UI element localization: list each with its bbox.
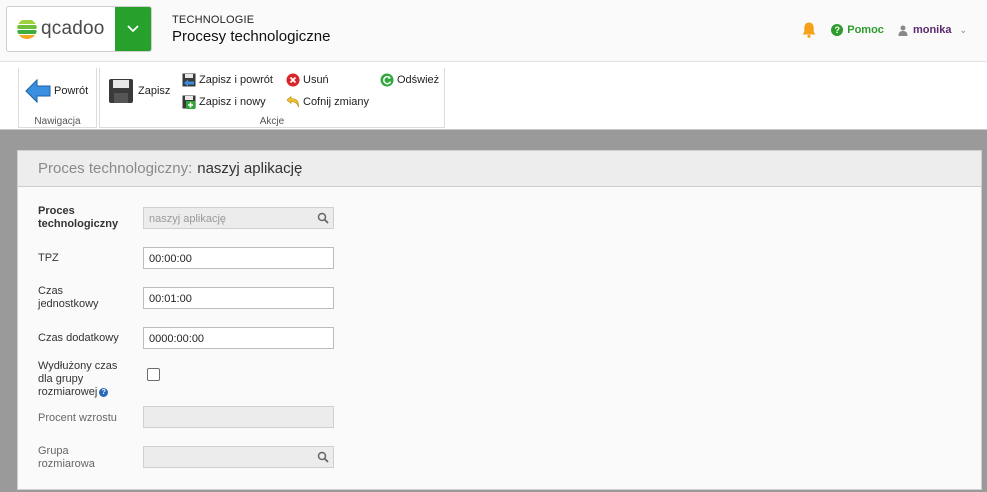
refresh-button[interactable]: Odśwież: [380, 73, 439, 87]
save-and-new-button[interactable]: Zapisz i nowy: [182, 95, 266, 109]
search-icon[interactable]: [317, 212, 329, 224]
save-and-new-label: Zapisz i nowy: [199, 96, 266, 108]
save-and-back-label: Zapisz i powrót: [199, 74, 273, 86]
undo-changes-button[interactable]: Cofnij zmiany: [286, 95, 369, 109]
operation-lookup-field[interactable]: naszyj aplikację: [143, 207, 334, 229]
ribbon-group-label: Akcje: [259, 116, 285, 127]
increase-percent-input[interactable]: [143, 406, 334, 428]
user-name: monika: [912, 24, 952, 36]
help-link[interactable]: ? Pomoc: [831, 24, 884, 36]
main-menu-toggle-button[interactable]: [115, 7, 151, 51]
size-group-label: Grupa rozmiarowa: [38, 445, 95, 470]
unit-time-label: Czas jednostkowy: [38, 285, 99, 310]
technology-operation-form: Proces technologiczny: naszyj aplikację …: [17, 150, 982, 490]
chevron-down-icon: ⌄: [959, 24, 967, 35]
save-back-icon: [182, 73, 196, 87]
form-header: Proces technologiczny: naszyj aplikację: [18, 151, 981, 187]
save-icon: [109, 79, 133, 103]
unit-time-input[interactable]: 00:01:00: [143, 287, 334, 309]
help-icon[interactable]: ?: [99, 387, 109, 397]
form-header-value: naszyj aplikację: [197, 160, 303, 177]
search-icon[interactable]: [317, 451, 329, 463]
qcadoo-logo-icon: [17, 19, 37, 39]
chevron-down-icon: [127, 25, 139, 33]
page-heading: TECHNOLOGIE Procesy technologiczne: [172, 14, 330, 45]
size-group-lookup-field[interactable]: [143, 446, 334, 468]
save-button-label: Zapisz: [138, 85, 171, 97]
additional-time-label: Czas dodatkowy: [38, 332, 119, 344]
logo-text: qcadoo: [41, 18, 105, 39]
delete-button[interactable]: Usuń: [286, 73, 329, 87]
logo[interactable]: qcadoo: [7, 7, 117, 51]
delete-icon: [286, 73, 300, 87]
breadcrumb-category: TECHNOLOGIE: [172, 14, 255, 26]
ribbon-toolbar: Powrót Nawigacja Zapisz Zapisz i powrót: [0, 62, 987, 130]
extended-time-checkbox[interactable]: [147, 368, 160, 381]
form-header-label: Proces technologiczny:: [38, 160, 193, 177]
user-icon: [898, 25, 908, 36]
refresh-icon: [380, 73, 394, 87]
save-and-back-button[interactable]: Zapisz i powrót: [182, 73, 273, 87]
increase-percent-label: Procent wzrostu: [38, 412, 117, 424]
ribbon-group-navigation: Powrót Nawigacja: [18, 68, 97, 128]
notifications-bell-icon[interactable]: [800, 21, 818, 39]
help-icon: ?: [831, 24, 844, 36]
logo-menu[interactable]: qcadoo: [6, 6, 152, 52]
operation-label: Proces technologiczny: [38, 205, 119, 230]
save-button[interactable]: Zapisz: [108, 78, 170, 104]
ribbon-group-label: Nawigacja: [34, 116, 81, 127]
tpz-label: TPZ: [38, 252, 59, 264]
tpz-input[interactable]: 00:00:00: [143, 247, 334, 269]
additional-time-input[interactable]: 0000:00:00: [143, 327, 334, 349]
save-new-icon: [182, 95, 196, 109]
undo-icon: [286, 95, 299, 108]
header-actions: ? Pomoc monika ⌄: [800, 21, 967, 39]
undo-changes-label: Cofnij zmiany: [303, 96, 370, 108]
page-title: Procesy technologiczne: [172, 28, 331, 45]
back-button-label: Powrót: [54, 85, 89, 97]
top-bar: qcadoo TECHNOLOGIE Procesy technologiczn…: [0, 0, 987, 62]
back-arrow-icon: [25, 78, 51, 104]
back-button[interactable]: Powrót: [25, 78, 88, 104]
help-label: Pomoc: [847, 24, 884, 36]
operation-lookup-value: naszyj aplikację: [149, 213, 227, 225]
ribbon-group-actions: Zapisz Zapisz i powrót Zapisz i nowy Usu…: [99, 68, 445, 128]
extended-time-label: Wydłużony czas dla grupy rozmiarowej?: [38, 360, 134, 399]
user-menu[interactable]: monika ⌄: [898, 24, 967, 36]
delete-label: Usuń: [303, 74, 329, 86]
refresh-label: Odśwież: [397, 74, 440, 86]
